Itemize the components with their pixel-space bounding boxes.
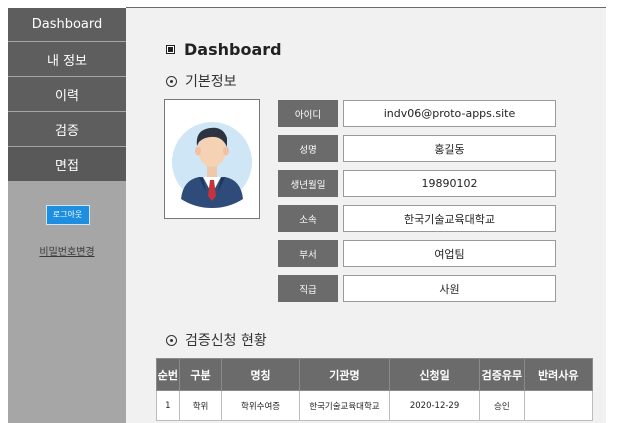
col-header-institution: 기관명 (298, 358, 391, 391)
square-bullet-icon (166, 45, 175, 54)
cell-institution: 한국기술교육대학교 (298, 390, 391, 421)
cell-status: 승인 (479, 390, 525, 421)
info-row-birthdate: 생년월일 19890102 (278, 170, 556, 197)
info-row-position: 직급 사원 (278, 275, 556, 302)
info-row-id: 아이디 indv06@proto-apps.site (278, 100, 556, 127)
info-row-name: 성명 홍길동 (278, 135, 556, 162)
basic-info-title: 기본정보 (185, 74, 237, 90)
col-header-name: 명칭 (221, 358, 300, 391)
profile-photo-frame (164, 99, 260, 219)
cell-date: 2020-12-29 (388, 390, 481, 421)
info-label: 부서 (278, 240, 338, 267)
col-header-status: 검증유무 (479, 358, 525, 391)
info-label: 소속 (278, 205, 338, 232)
cell-type: 학위 (178, 390, 223, 421)
circle-bullet-icon (166, 334, 177, 346)
sidebar-item-my-info[interactable]: 내 정보 (8, 42, 126, 76)
user-name-value: 홍길동 (343, 135, 556, 162)
info-row-department: 부서 여업팀 (278, 240, 556, 267)
avatar (172, 122, 252, 208)
affiliation-value: 한국기술교육대학교 (343, 205, 556, 232)
page-title: Dashboard (184, 40, 282, 59)
col-header-seq: 순번 (156, 358, 180, 391)
department-value: 여업팀 (343, 240, 556, 267)
info-row-affiliation: 소속 한국기술교육대학교 (278, 205, 556, 232)
verification-requests-table: 순번 구분 명칭 기관명 신청일 검증유무 반려사유 1 학위 학위수여증 한국… (156, 358, 594, 421)
info-label: 생년월일 (278, 170, 338, 197)
info-label: 직급 (278, 275, 338, 302)
circle-bullet-icon (166, 75, 177, 87)
col-header-reject-reason: 반려사유 (523, 358, 594, 391)
main-content: Dashboard 기본정보 아이디 indv06@proto-apps.sit… (126, 8, 606, 423)
position-value: 사원 (343, 275, 556, 302)
sidebar: Dashboard 내 정보 이력 검증 면접 로그아웃 비밀번호변경 (8, 8, 126, 423)
sidebar-item-dashboard[interactable]: Dashboard (8, 8, 126, 41)
info-label: 성명 (278, 135, 338, 162)
change-password-link[interactable]: 비밀번호변경 (8, 243, 126, 258)
requests-title: 검증신청 현황 (185, 333, 267, 349)
basic-info-table: 아이디 indv06@proto-apps.site 성명 홍길동 생년월일 1… (278, 100, 556, 310)
col-header-date: 신청일 (388, 358, 481, 391)
sidebar-item-verification[interactable]: 검증 (8, 112, 126, 146)
user-id-value: indv06@proto-apps.site (343, 100, 556, 127)
requests-heading: 검증신청 현황 (166, 330, 267, 350)
info-label: 아이디 (278, 100, 338, 127)
basic-info-heading: 기본정보 (166, 71, 237, 91)
page-title-row: Dashboard (166, 40, 282, 59)
cell-name: 학위수여증 (221, 390, 300, 421)
table-row[interactable]: 1 학위 학위수여증 한국기술교육대학교 2020-12-29 승인 (156, 390, 594, 421)
logout-button[interactable]: 로그아웃 (45, 205, 90, 225)
cell-seq: 1 (156, 390, 180, 421)
sidebar-item-history[interactable]: 이력 (8, 77, 126, 111)
col-header-type: 구분 (178, 358, 223, 391)
cell-reject-reason (523, 390, 594, 421)
sidebar-item-interview[interactable]: 면접 (8, 147, 126, 181)
table-header-row: 순번 구분 명칭 기관명 신청일 검증유무 반려사유 (156, 358, 594, 391)
sidebar-account-area: 로그아웃 비밀번호변경 (8, 182, 126, 258)
birthdate-value: 19890102 (343, 170, 556, 197)
